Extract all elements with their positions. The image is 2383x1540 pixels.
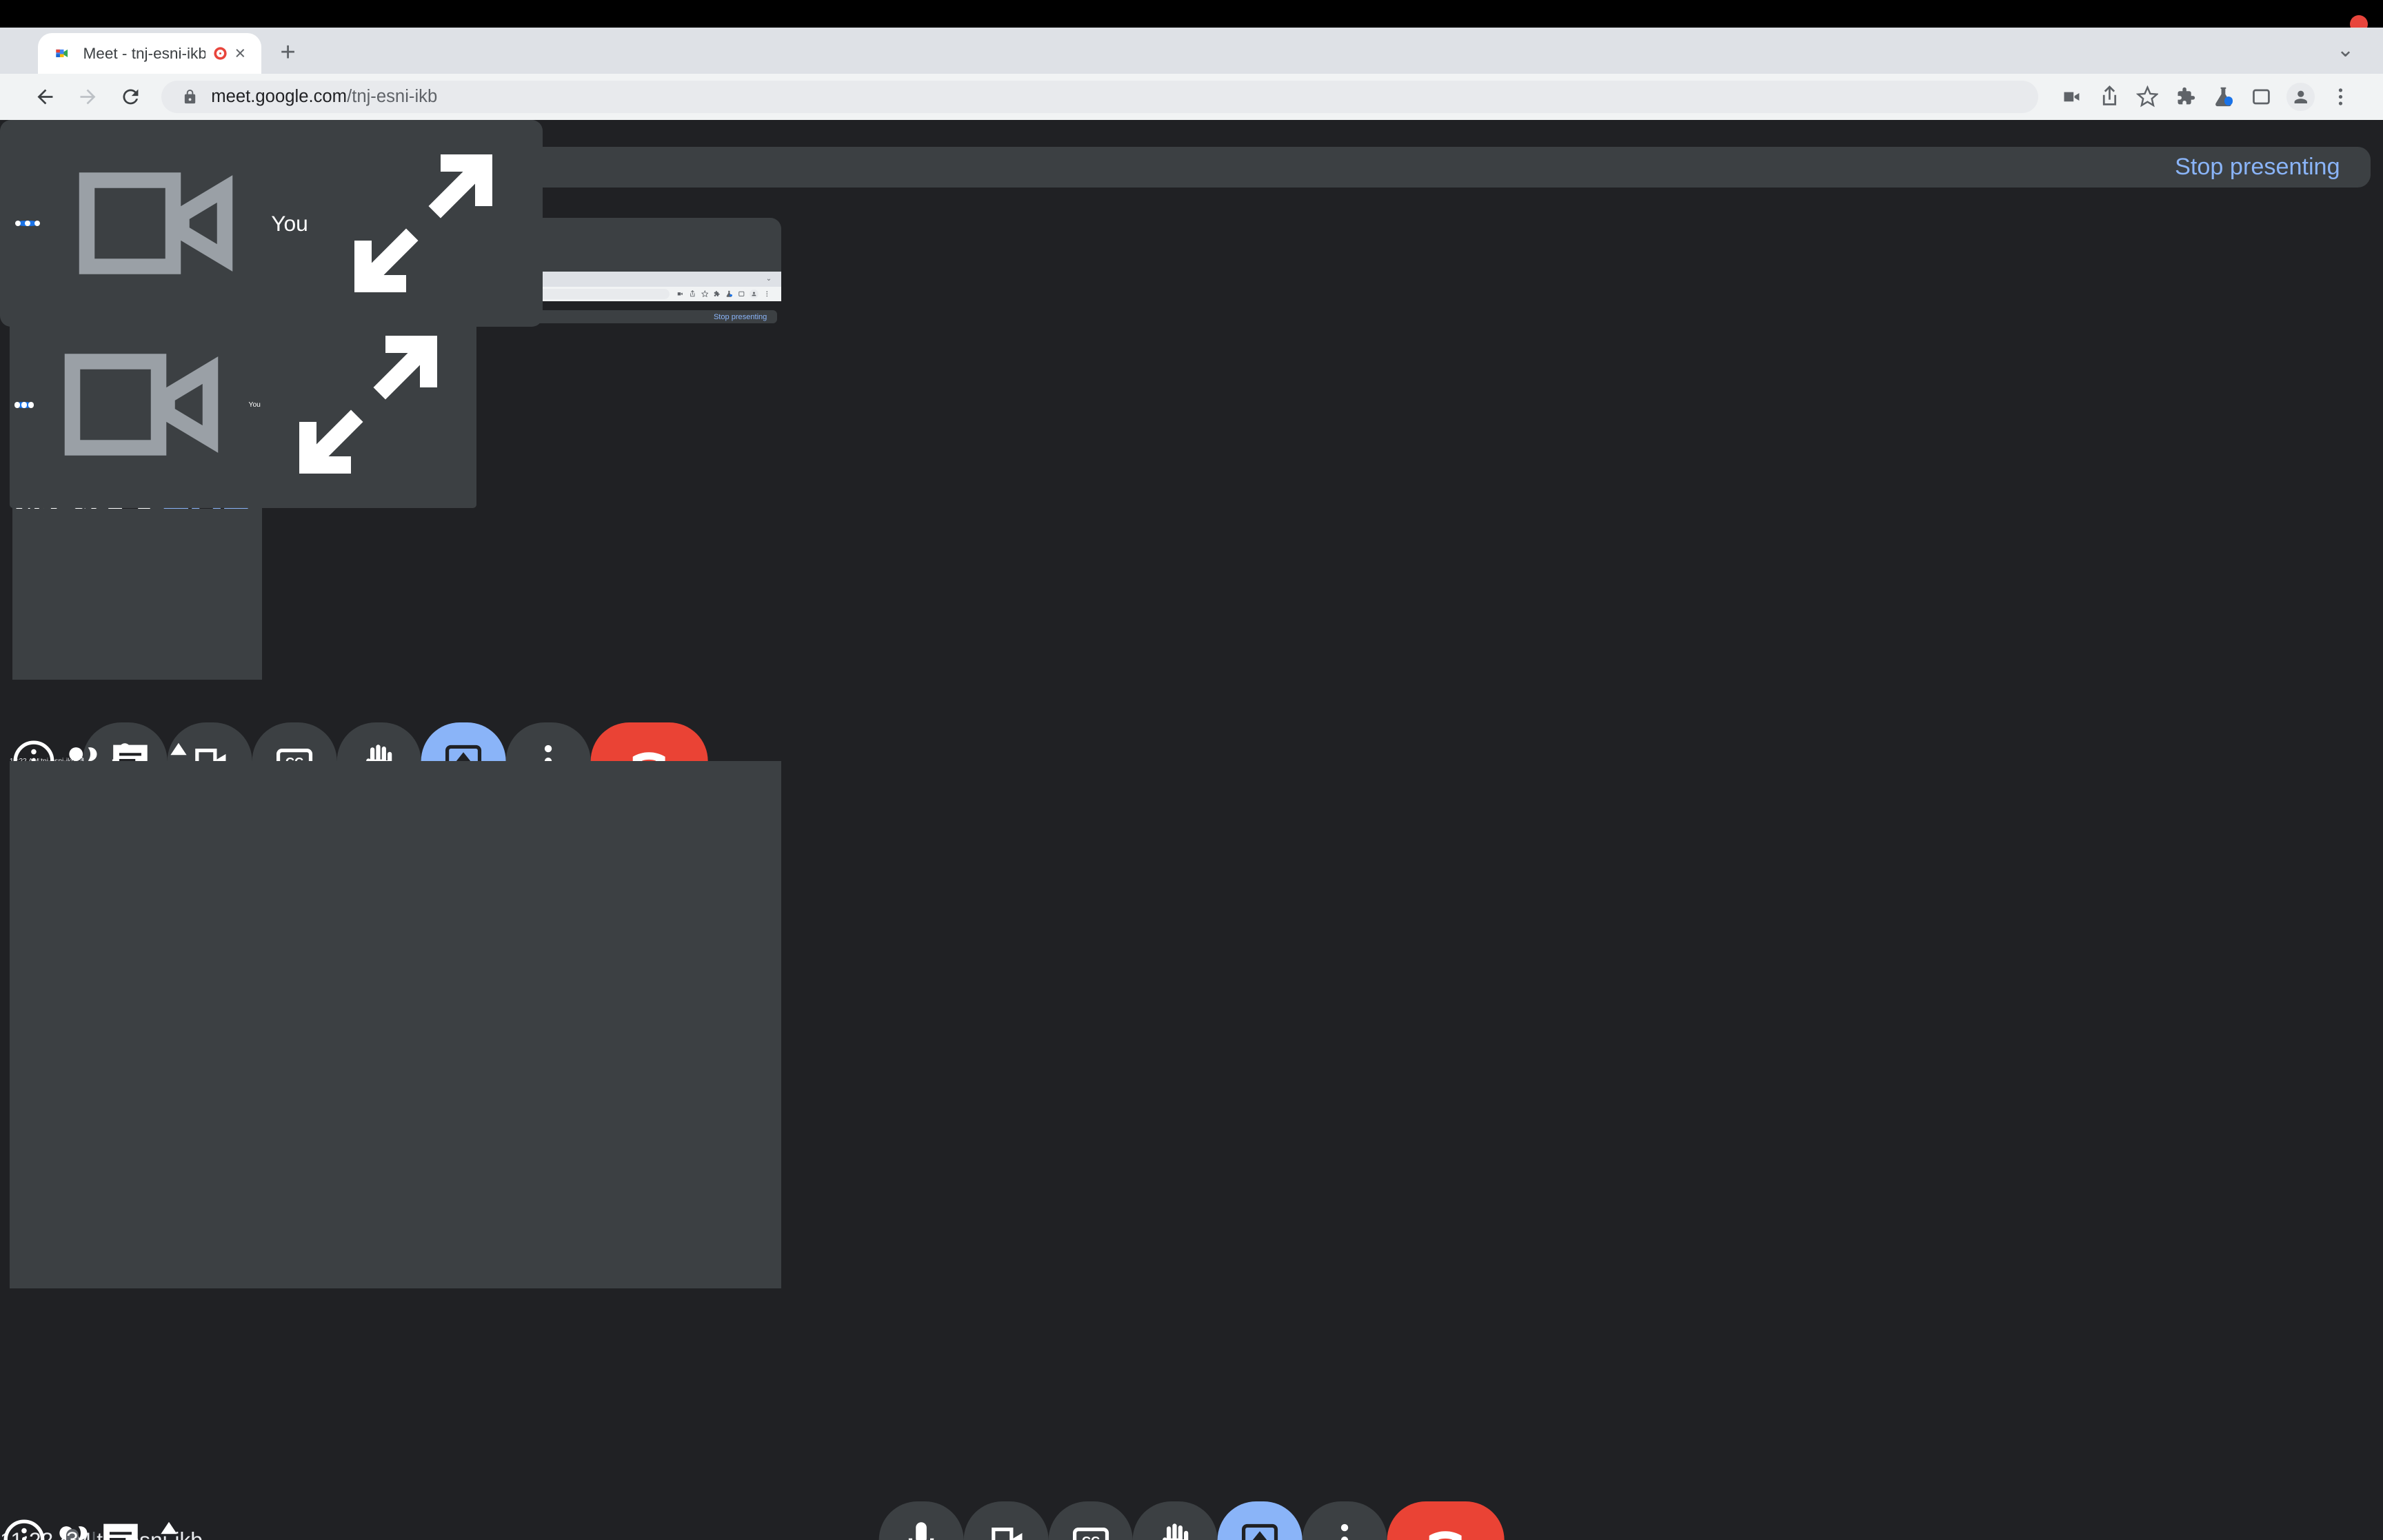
- extensions-puzzle-icon[interactable]: [713, 290, 721, 298]
- close-tab-button[interactable]: ×: [235, 43, 246, 64]
- raise-hand-button[interactable]: [336, 722, 422, 762]
- camera-button[interactable]: [963, 1501, 1049, 1540]
- extensions-puzzle-icon[interactable]: [2174, 85, 2197, 108]
- raise-hand-button[interactable]: [1133, 1501, 1218, 1540]
- chat-button[interactable]: [106, 737, 154, 762]
- activities-button[interactable]: [154, 737, 203, 761]
- captions-button[interactable]: CC: [1048, 1501, 1134, 1540]
- browser-toolbar: meet.google.com/tnj-esni-ikb: [0, 74, 2383, 121]
- desktop-backdrop: Meet - tnj-esni-ikb × + ⌄ meet.google.co…: [0, 0, 2383, 1540]
- video-camera-icon[interactable]: [676, 290, 684, 298]
- shared-screen-viewport[interactable]: Meet - tnj-esni-ikb × + ⌄: [9, 218, 781, 1289]
- self-view-pill[interactable]: You: [0, 120, 543, 327]
- svg-text:CC: CC: [1082, 1534, 1100, 1540]
- chevron-down-icon[interactable]: ⌄: [766, 275, 772, 283]
- camera-off-icon: [52, 120, 259, 327]
- toolbar-actions: [2052, 83, 2360, 111]
- three-dot-menu-icon[interactable]: [2329, 85, 2352, 108]
- address-bar[interactable]: meet.google.com/tnj-esni-ikb: [161, 81, 2038, 114]
- chevron-down-icon[interactable]: ⌄: [2337, 37, 2355, 62]
- end-call-button[interactable]: [590, 722, 708, 762]
- participants-count-badge: 3: [66, 1528, 79, 1540]
- experiments-flask-icon[interactable]: [725, 290, 733, 298]
- browser-tab[interactable]: Meet - tnj-esni-ikb ×: [38, 33, 261, 74]
- participants-button[interactable]: 3: [48, 1516, 97, 1540]
- self-view-pill[interactable]: You: [9, 301, 476, 509]
- url-text: meet.google.com/tnj-esni-ikb: [211, 87, 437, 107]
- new-tab-button[interactable]: +: [261, 37, 315, 68]
- side-panel-icon[interactable]: [738, 290, 745, 298]
- self-view-label: You: [248, 401, 261, 409]
- microphone-button[interactable]: [878, 1501, 964, 1540]
- chat-button[interactable]: [97, 1516, 145, 1540]
- google-meet-icon: [54, 44, 72, 63]
- participants-count-badge: 3: [79, 757, 84, 762]
- google-meet-page: You're presenting to everyone Stop prese…: [0, 120, 2383, 1540]
- meeting-right-actions: 3: [0, 1516, 193, 1540]
- side-panel-icon[interactable]: [2250, 85, 2273, 108]
- browser-window: Meet - tnj-esni-ikb × + ⌄: [9, 272, 781, 762]
- lock-icon: [182, 89, 198, 105]
- expand-icon[interactable]: [320, 120, 527, 327]
- captions-button[interactable]: CC: [252, 722, 337, 762]
- meeting-controls: CC: [878, 1501, 1505, 1540]
- google-meet-page: You're presenting to everyone Stop prese…: [9, 301, 781, 762]
- url-path: /tnj-esni-ikb: [347, 87, 438, 107]
- self-view-label: You: [271, 210, 308, 236]
- omnibox-action-pill: [2052, 85, 2166, 109]
- meeting-details-button[interactable]: [10, 737, 58, 762]
- present-button[interactable]: [1217, 1501, 1303, 1540]
- back-arrow-icon[interactable]: [34, 85, 57, 108]
- recording-dot-icon: [216, 50, 224, 58]
- toolbar-actions: [674, 290, 773, 299]
- share-icon[interactable]: [2098, 85, 2121, 108]
- expand-icon[interactable]: [265, 301, 472, 508]
- bookmark-star-icon[interactable]: [2135, 85, 2159, 108]
- three-dot-menu-icon[interactable]: [763, 290, 771, 298]
- stop-presenting-button[interactable]: Stop presenting: [714, 313, 767, 321]
- camera-off-icon: [38, 301, 245, 508]
- shared-screen-content: Meet - tnj-esni-ikb × + ⌄: [9, 272, 781, 762]
- forward-arrow-icon[interactable]: [77, 85, 99, 108]
- meeting-right-actions: 3: [10, 737, 203, 762]
- more-dots-icon: [14, 402, 34, 408]
- reload-icon[interactable]: [119, 85, 142, 108]
- svg-text:CC: CC: [285, 755, 303, 761]
- tab-strip: Meet - tnj-esni-ikb × + ⌄: [0, 28, 2383, 74]
- more-options-button[interactable]: [505, 722, 591, 762]
- more-options-button[interactable]: [1302, 1501, 1387, 1540]
- stop-presenting-button[interactable]: Stop presenting: [2175, 154, 2340, 181]
- participants-button[interactable]: 3: [58, 737, 106, 762]
- tab-title: Meet - tnj-esni-ikb: [83, 44, 205, 62]
- bookmark-star-icon[interactable]: [701, 290, 709, 298]
- experiments-badge-dot: [2224, 97, 2233, 105]
- browser-window: Meet - tnj-esni-ikb × + ⌄: [0, 28, 2383, 1540]
- video-camera-icon[interactable]: [2060, 85, 2083, 108]
- url-host: meet.google.com: [211, 87, 348, 107]
- profile-avatar-icon[interactable]: [750, 290, 759, 299]
- experiments-flask-icon[interactable]: [2212, 85, 2235, 108]
- profile-avatar-icon[interactable]: [2286, 83, 2315, 111]
- meeting-details-button[interactable]: [0, 1516, 48, 1540]
- present-button[interactable]: [421, 722, 506, 762]
- activities-button[interactable]: [145, 1516, 193, 1540]
- share-icon[interactable]: [689, 290, 696, 298]
- end-call-button[interactable]: [1387, 1501, 1505, 1540]
- more-dots-icon: [15, 221, 41, 227]
- omnibox-action-pill: [674, 290, 711, 298]
